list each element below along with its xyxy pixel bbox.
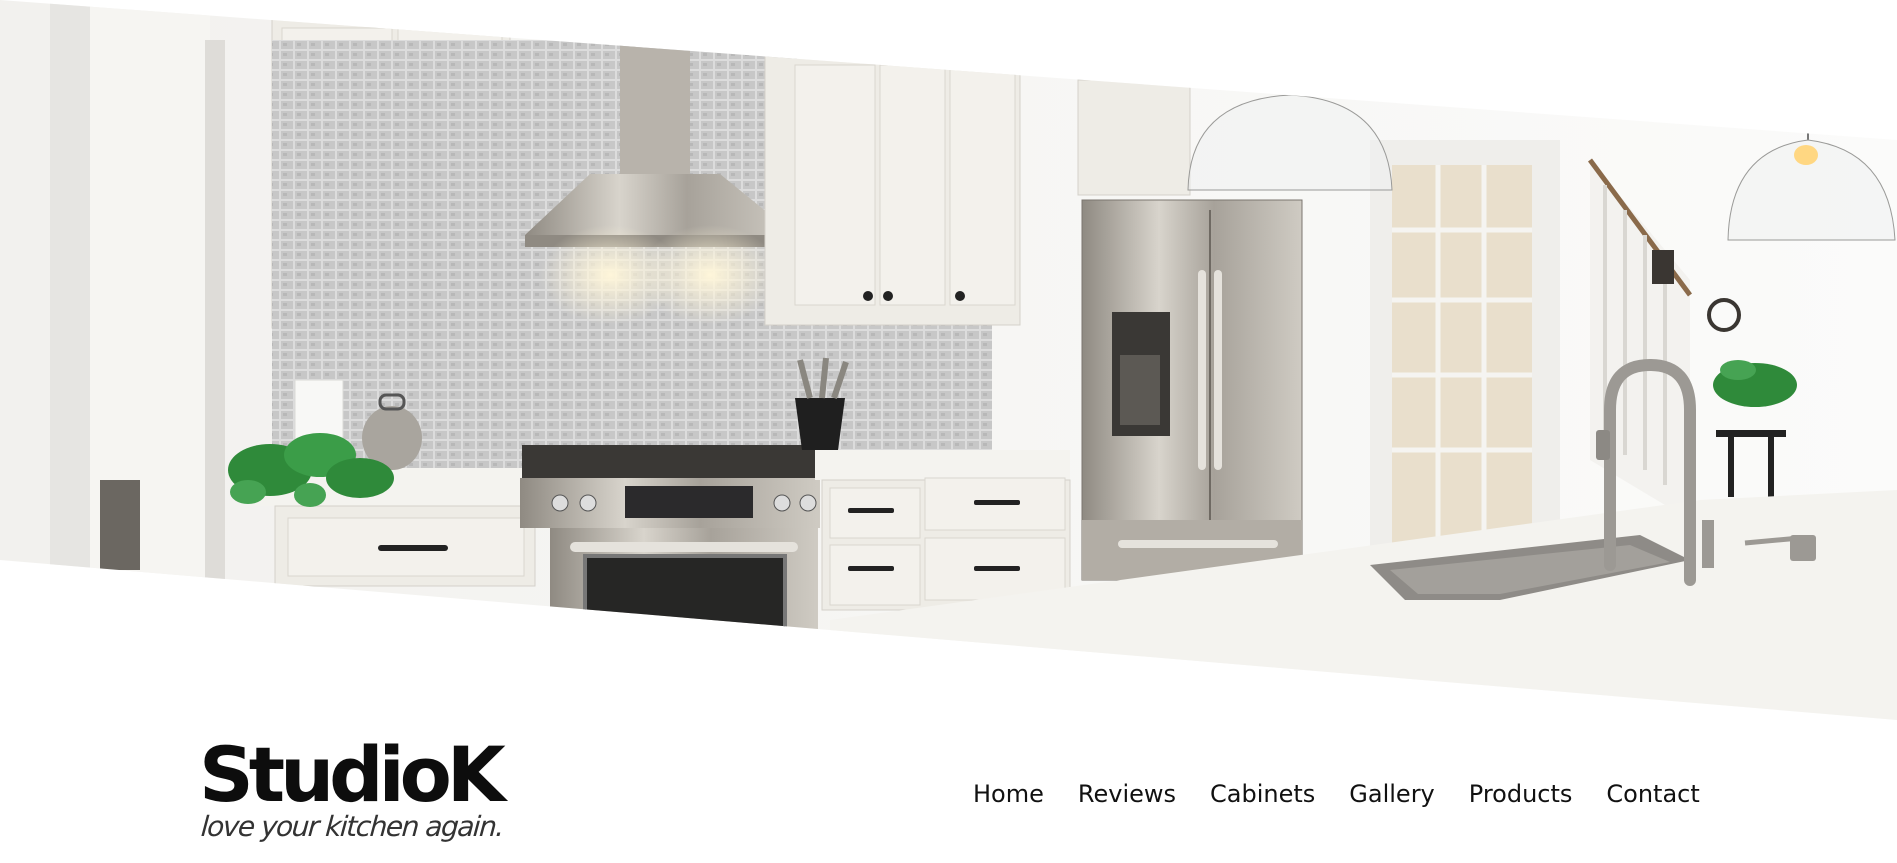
nav-item-contact[interactable]: Contact — [1606, 777, 1699, 811]
lower-cabinets — [815, 450, 1071, 611]
refrigerator — [1081, 199, 1303, 581]
nav-item-gallery[interactable]: Gallery — [1349, 777, 1434, 811]
nav-item-reviews[interactable]: Reviews — [1078, 777, 1176, 811]
door-frame — [50, 0, 225, 580]
brand-tagline: love your kitchen again. — [199, 810, 505, 843]
brand-logo[interactable]: StudioK love your kitchen again. — [199, 730, 519, 850]
upper-cabinet-right — [764, 54, 1021, 326]
french-door — [1370, 140, 1560, 570]
hero-image — [0, 0, 1897, 720]
nav-item-cabinets[interactable]: Cabinets — [1210, 777, 1315, 811]
brand-name: StudioK — [199, 730, 506, 819]
nav-item-home[interactable]: Home — [973, 777, 1044, 811]
nav-item-products[interactable]: Products — [1469, 777, 1573, 811]
range-stove — [520, 445, 820, 648]
main-nav: Home Reviews Cabinets Gallery Products C… — [973, 777, 1700, 811]
